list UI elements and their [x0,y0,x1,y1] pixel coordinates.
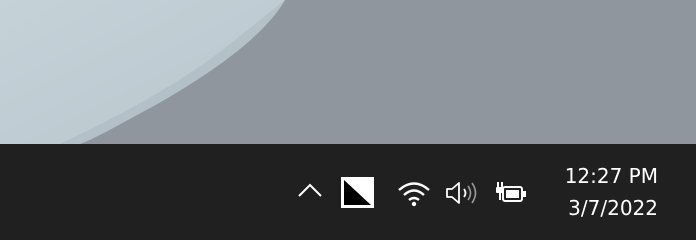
battery-charging-icon [496,182,526,202]
contrast-tray-button[interactable] [341,177,375,209]
show-hidden-icons-button[interactable] [296,180,324,202]
wallpaper-art [0,0,696,144]
clock-date: 3/7/2022 [568,196,658,220]
clock-time: 12:27 PM [564,164,658,188]
wifi-icon [398,182,430,207]
volume-button[interactable] [443,178,483,208]
battery-button[interactable] [492,178,530,208]
taskbar: 12:27 PM 3/7/2022 [0,144,696,240]
chevron-up-icon [298,183,322,197]
desktop-wallpaper [0,0,696,144]
network-button[interactable] [396,179,432,207]
speaker-icon [446,182,477,204]
clock-button[interactable]: 12:27 PM 3/7/2022 [548,160,658,224]
contrast-icon [341,177,374,208]
